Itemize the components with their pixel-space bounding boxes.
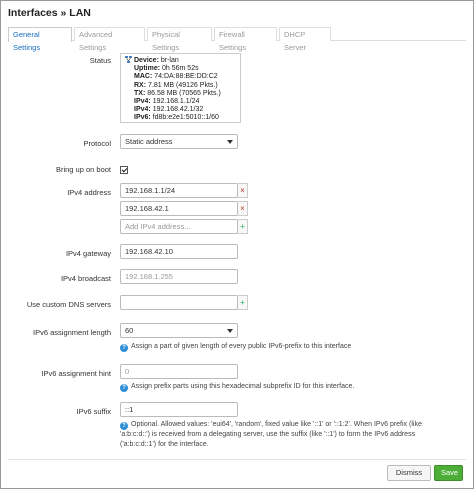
network-icon: [125, 56, 132, 63]
ipv6-key: IPv6:: [134, 114, 151, 122]
add-ipv4-input[interactable]: Add IPv4 address...: [120, 219, 238, 234]
uptime-key: Uptime:: [134, 65, 161, 73]
ipv6-suffix-help-line: 'a:b:c:d::') is received from a delegati…: [120, 431, 416, 438]
ipv4-broadcast-label: IPv4 broadcast: [60, 274, 111, 283]
ipv4-address-input[interactable]: 192.168.42.1: [120, 201, 238, 216]
interface-dialog: Interfaces » LAN General Settings Advanc…: [0, 0, 474, 489]
save-button[interactable]: Save: [434, 465, 463, 481]
help-icon: ?: [120, 422, 128, 430]
ipv4-gateway-label: IPv4 gateway: [65, 249, 111, 258]
rx-key: RX:: [134, 81, 147, 89]
uptime-value: 0h 56m 52s: [162, 65, 199, 73]
device-key: Device:: [134, 57, 159, 64]
footer-divider: [8, 459, 466, 460]
tx-value: 86.58 MB (70565 Pkts.): [147, 89, 221, 97]
protocol-value: Static address: [125, 137, 173, 146]
status-box: Device: br-lan Uptime: 0h 56m 52s MAC: 7…: [120, 53, 241, 123]
ipv4-gateway-input[interactable]: 192.168.42.10: [120, 244, 238, 259]
status-device: Device: br-lan: [125, 56, 236, 65]
ipv4-key: IPv4:: [134, 106, 151, 114]
ipv6-suffix-input[interactable]: ::1: [120, 402, 238, 417]
ipv4-address-label: IPv4 address: [67, 188, 111, 197]
tab-dhcp-server[interactable]: DHCP Server: [279, 27, 331, 52]
status-label: Status: [89, 56, 111, 65]
dns-label: Use custom DNS servers: [26, 300, 111, 309]
ipv4-key: IPv4:: [134, 98, 151, 106]
tab-firewall-settings[interactable]: Firewall Settings: [214, 27, 277, 52]
device-value: br-lan: [160, 57, 179, 64]
ipv6-length-value: 60: [125, 326, 134, 335]
ipv6-suffix-label: IPv6 suffix: [76, 407, 111, 416]
dismiss-button[interactable]: Dismiss: [387, 465, 431, 481]
ipv6-hint-input[interactable]: 0: [120, 364, 238, 379]
tab-advanced-settings[interactable]: Advanced Settings: [74, 27, 145, 52]
help-icon: ?: [120, 384, 128, 392]
mac-value: 74:DA:88:BE:DD:C2: [154, 73, 218, 81]
bring-up-label: Bring up on boot: [55, 165, 111, 174]
tab-physical-settings[interactable]: Physical Settings: [147, 27, 212, 52]
bring-up-checkbox[interactable]: [120, 166, 128, 174]
ipv4-broadcast-input[interactable]: 192.168.1.255: [120, 269, 238, 284]
tab-bar: General Settings Advanced Settings Physi…: [8, 27, 466, 52]
ipv6-length-label: IPv6 assignment length: [33, 328, 111, 337]
ipv4-address-input[interactable]: 192.168.1.1/24: [120, 183, 238, 198]
ipv6-suffix-help-line: ('a:b:c:d::1') for the interface.: [120, 440, 209, 448]
chevron-down-icon: [227, 329, 233, 333]
remove-ipv4-button[interactable]: ×: [238, 201, 248, 216]
add-dns-button[interactable]: +: [238, 295, 248, 310]
add-ipv4-button[interactable]: +: [238, 219, 248, 234]
ipv6-hint-help: ? Assign prefix parts using this hexadeci…: [120, 382, 354, 392]
ipv6-suffix-help-line: Optional. Allowed values: 'eui64', 'rand…: [131, 421, 422, 428]
dns-input[interactable]: [120, 295, 238, 310]
chevron-down-icon: [227, 140, 233, 144]
help-icon: ?: [120, 344, 128, 352]
ipv6-length-help: ? Assign a part of given length of every …: [120, 342, 351, 352]
mac-key: MAC:: [134, 73, 153, 81]
protocol-label: Protocol: [83, 139, 111, 148]
dialog-title: Interfaces » LAN: [8, 7, 91, 19]
tx-key: TX:: [134, 89, 146, 97]
ipv6-length-select[interactable]: 60: [120, 323, 238, 338]
tab-general-settings[interactable]: General Settings: [8, 27, 72, 52]
ipv4-value: 192.168.42.1/32: [152, 106, 204, 114]
ipv6-value: fd8b:e2e1:5010::1/60: [152, 114, 219, 122]
rx-value: 7.81 MB (49126 Pkts.): [148, 81, 218, 89]
protocol-select[interactable]: Static address: [120, 134, 238, 149]
ipv6-suffix-help: ? Optional. Allowed values: 'eui64', 'ran…: [120, 420, 422, 449]
ipv6-hint-label: IPv6 assignment hint: [41, 369, 111, 378]
ipv6-hint-help-text: Assign prefix parts using this hexadecim…: [131, 383, 355, 390]
ipv4-value: 192.168.1.1/24: [152, 98, 200, 106]
ipv6-length-help-text: Assign a part of given length of every p…: [131, 343, 352, 350]
remove-ipv4-button[interactable]: ×: [238, 183, 248, 198]
